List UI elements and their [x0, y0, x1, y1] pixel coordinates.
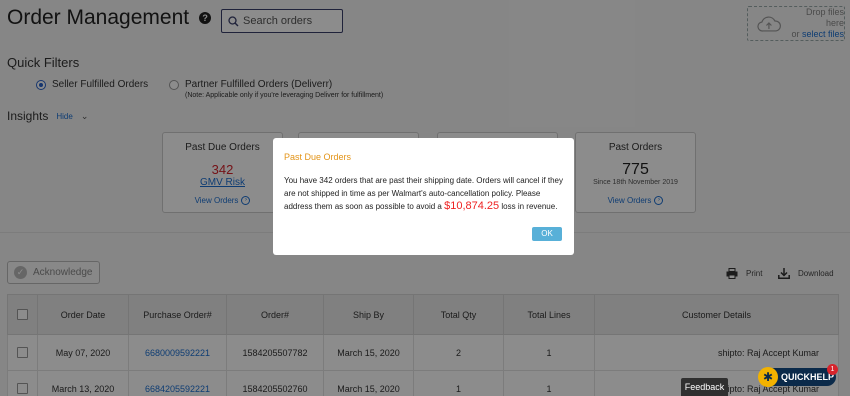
- notification-badge: 1: [827, 364, 838, 375]
- feedback-button[interactable]: Feedback: [681, 378, 728, 396]
- ok-button[interactable]: OK: [532, 227, 562, 241]
- spark-icon: ✱: [758, 367, 778, 387]
- past-due-orders-dialog: Past Due Orders You have 342 orders that…: [273, 138, 574, 255]
- quickhelp-button[interactable]: ✱ QUICKHELP 1: [758, 364, 838, 387]
- loss-amount: $10,874.25: [444, 200, 500, 212]
- dialog-message: You have 342 orders that are past their …: [284, 176, 563, 212]
- dialog-title: Past Due Orders: [284, 152, 352, 162]
